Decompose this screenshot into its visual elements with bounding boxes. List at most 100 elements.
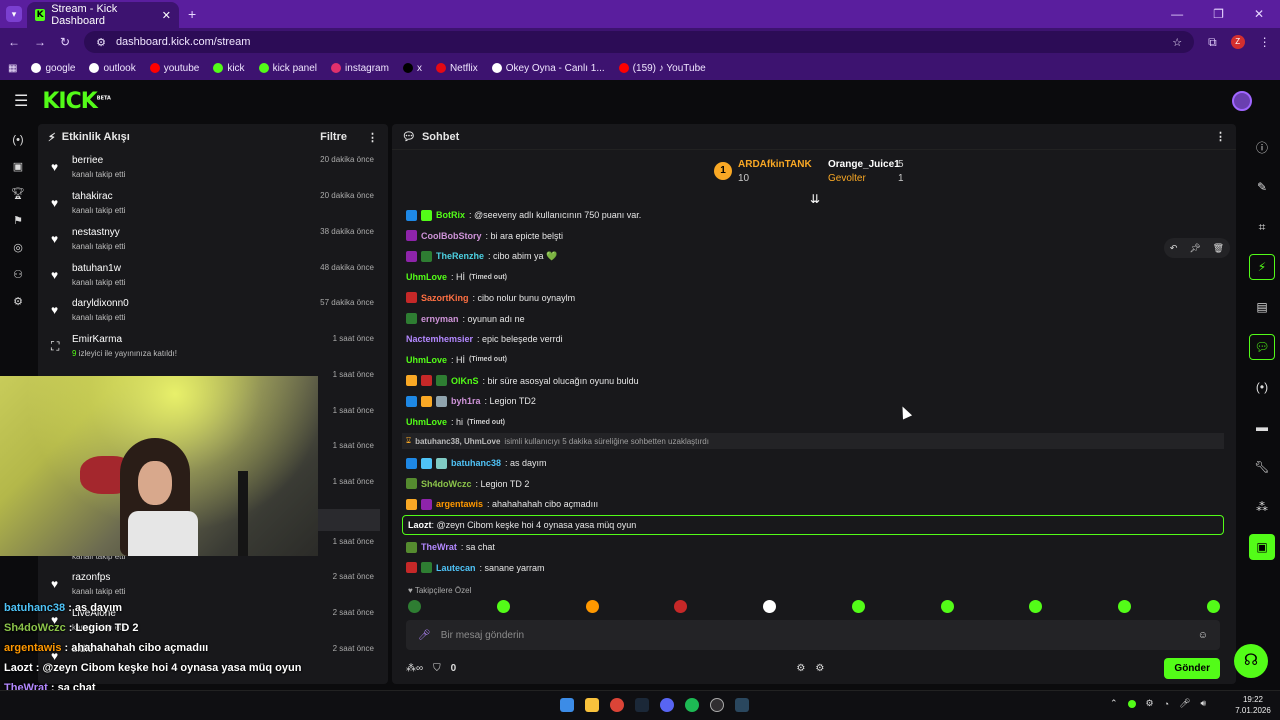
chat-message[interactable]: TheRenzhe: cibo abim ya 💚 [406, 246, 557, 266]
maximize-icon[interactable]: ❐ [1213, 7, 1224, 21]
chat-message[interactable]: BotRix: @seeveny adlı kullanıcının 750 p… [406, 205, 641, 225]
info-icon[interactable]: ⓘ [1249, 134, 1275, 160]
activity-toggle-icon[interactable]: ⚡︎ [1249, 254, 1275, 280]
close-window-icon[interactable]: ✕ [1254, 7, 1264, 21]
send-button[interactable]: Gönder [1164, 657, 1220, 679]
bookmark-star-icon[interactable]: ☆ [1172, 36, 1182, 49]
activity-username[interactable]: berriee [72, 155, 103, 166]
mod-view-icon[interactable]: ▣ [1249, 534, 1275, 560]
edit-icon[interactable]: ✎ [1249, 174, 1275, 200]
extensions-icon[interactable]: ⧉ [1208, 35, 1217, 50]
filter-button[interactable]: Filtre [320, 131, 347, 143]
emote-icon[interactable] [585, 600, 599, 613]
mic-tray-icon[interactable]: 🎤︎ [1179, 698, 1190, 709]
emote-icon[interactable] [408, 600, 421, 613]
chat-message[interactable]: argentawis: ahahahahah cibo açmadııı [406, 494, 598, 514]
chat-username[interactable]: Nactemhemsier [406, 334, 473, 344]
tab-search-button[interactable]: ▾ [6, 6, 22, 22]
emote-icon[interactable] [1206, 600, 1220, 613]
delete-icon[interactable]: 🗑︎ [1213, 243, 1224, 254]
activity-item[interactable]: ♥ tahakirac kanalı takip etti 20 dakika önc… [48, 190, 382, 226]
live-stream-icon[interactable]: (•) [12, 134, 23, 146]
bookmark-item[interactable]: x [402, 63, 422, 74]
bookmark-item[interactable]: (159) ♪ YouTube [618, 63, 706, 74]
reply-icon[interactable]: ↶ [1170, 243, 1178, 254]
emote-icon[interactable] [496, 600, 510, 613]
user-avatar[interactable] [1232, 91, 1252, 111]
bookmark-item[interactable]: google [31, 63, 75, 74]
more-options-icon[interactable]: ⋮ [367, 131, 378, 144]
chat-message[interactable]: Lautecan: sanane yarram [406, 558, 545, 578]
tools-icon[interactable]: 🔧︎ [1249, 454, 1275, 480]
activity-item[interactable]: ⛶ EmirKarma 9 izleyici ile yayınınıza katı… [48, 333, 382, 369]
hamburger-menu-icon[interactable]: ☰ [14, 91, 28, 111]
tray-app-icon[interactable] [1127, 699, 1136, 708]
browser-tab[interactable]: K Stream - Kick Dashboard ✕ [27, 2, 179, 28]
bookmark-item[interactable]: kick [213, 63, 245, 74]
gift-icon[interactable]: ⛉ [433, 663, 441, 674]
chrome-icon[interactable] [610, 698, 624, 712]
support-button[interactable]: ☊ [1234, 644, 1268, 678]
chat-username[interactable]: batuhanc38 [451, 458, 501, 468]
minimize-icon[interactable]: — [1171, 7, 1183, 21]
scroll-down-icon[interactable]: ⇊ [810, 192, 820, 206]
steam-icon[interactable] [635, 698, 649, 712]
chat-bot-icon[interactable]: ⚙︎ [815, 663, 824, 674]
chat-username[interactable]: argentawis [436, 499, 483, 509]
site-info-icon[interactable]: ⚙ [96, 36, 106, 49]
browser-menu-icon[interactable]: ⋮ [1259, 35, 1271, 49]
forward-icon[interactable]: → [34, 35, 46, 49]
emote-icon[interactable] [674, 600, 688, 613]
activity-username[interactable]: nestastnyy [72, 227, 120, 238]
steam-app-icon[interactable] [735, 698, 749, 712]
layout-icon[interactable]: ▬ [1249, 414, 1275, 440]
chat-toggle-icon[interactable]: 💬︎ [1249, 334, 1275, 360]
chat-message[interactable]: byh1ra: Legion TD2 [406, 391, 536, 411]
emote-icon[interactable] [851, 600, 865, 613]
activity-item[interactable]: ♥ berriee kanalı takip etti 20 dakika önce [48, 154, 382, 190]
new-tab-button[interactable]: + [188, 6, 196, 22]
chat-message[interactable]: Sh4doWczc: Legion TD 2 [406, 474, 529, 494]
obs-icon[interactable] [710, 698, 724, 712]
broadcast-icon[interactable]: (•) [1249, 374, 1275, 400]
chat-settings-icon[interactable]: ⚙ [796, 663, 805, 674]
discord-icon[interactable] [660, 698, 674, 712]
chat-message[interactable]: Nactemhemsier: epic beleşede verrdi [406, 329, 563, 349]
bookmark-item[interactable]: instagram [331, 63, 389, 74]
chat-message[interactable]: OlKnS: bir süre asosyal olucağın oyunu b… [406, 371, 639, 391]
url-field[interactable]: ⚙ dashboard.kick.com/stream ☆ [84, 31, 1195, 53]
chat-message[interactable]: SazortKing: cibo nolur bunu oynaylm [406, 288, 575, 308]
chat-message[interactable]: batuhanc38: as dayım [406, 453, 547, 473]
dashboard-icon[interactable]: ▣ [13, 160, 23, 173]
activity-item[interactable]: ♥ batuhan1w kanalı takip etti 48 dakika önc… [48, 262, 382, 298]
trophy-icon[interactable]: 🏆︎ [11, 187, 25, 200]
spotify-icon[interactable] [685, 698, 699, 712]
chat-username[interactable]: TheRenzhe [436, 251, 484, 261]
users-icon[interactable]: ⚇ [13, 268, 23, 281]
activity-item[interactable]: ♥ nestastnyy kanalı takip etti 38 dakika ön… [48, 226, 382, 262]
emote-icon[interactable] [763, 600, 777, 613]
chat-message[interactable]: UhmLove: hi (Timed out) [406, 412, 505, 432]
back-icon[interactable]: ← [8, 35, 20, 49]
apps-grid-icon[interactable]: ▦ [8, 63, 17, 74]
chat-input[interactable]: 🎤︎ Bir mesaj gönderin ☺ [406, 620, 1220, 650]
activity-item[interactable]: ♥ daryldixonn0 kanalı takip etti 57 dakika … [48, 297, 382, 333]
emote-icon[interactable] [1118, 600, 1132, 613]
chat-username[interactable]: UhmLove [406, 355, 447, 365]
bookmark-item[interactable]: Okey Oyna - Canlı 1... [491, 63, 605, 74]
bookmark-item[interactable]: Netflix [435, 63, 478, 74]
chat-username[interactable]: UhmLove [406, 272, 447, 282]
emote-icon[interactable] [940, 600, 954, 613]
chat-username[interactable]: OlKnS [451, 376, 479, 386]
chat-username[interactable]: ernyman [421, 314, 459, 324]
chat-message[interactable]: CoolBobStory: bi ara epicte belşti [406, 226, 563, 246]
chat-username[interactable]: Sh4doWczc [421, 479, 472, 489]
community-icon[interactable]: ⚑ [13, 214, 23, 227]
channel-points-icon[interactable]: ⁂∞ [406, 663, 423, 674]
activity-username[interactable]: daryldixonn0 [72, 298, 129, 309]
taskbar-clock[interactable]: 19:22 7.01.2026 [1228, 694, 1278, 716]
chat-username[interactable]: TheWrat [421, 542, 457, 552]
windows-start-icon[interactable] [560, 698, 574, 712]
chat-message[interactable]: TheWrat: sa chat [406, 537, 495, 557]
chat-message[interactable]: ernyman: oyunun adı ne [406, 309, 525, 329]
